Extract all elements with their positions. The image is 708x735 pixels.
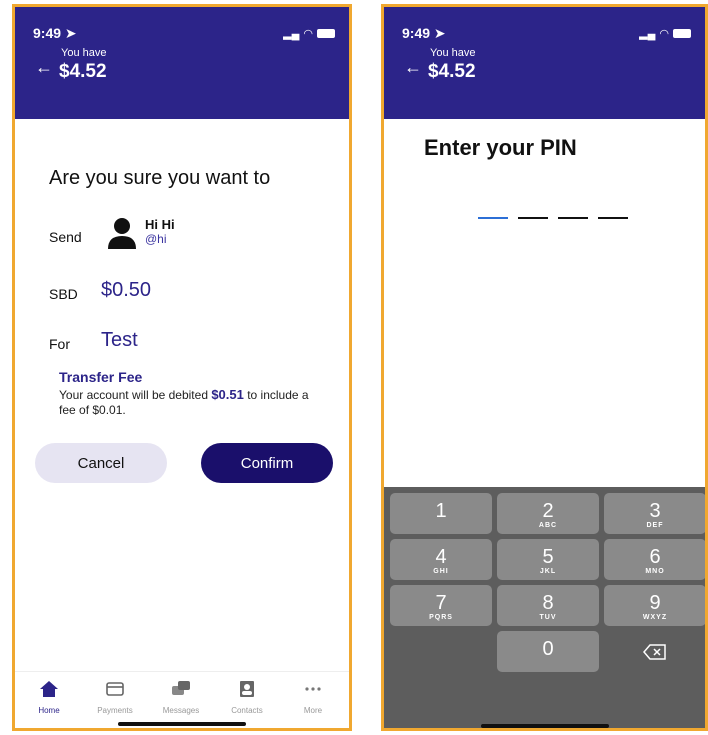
key-8[interactable]: 8 TUV	[497, 585, 599, 626]
key-letters: GHI	[433, 568, 449, 575]
cancel-button[interactable]: Cancel	[35, 443, 167, 483]
balance-label: You have	[61, 47, 107, 59]
pin-digit-1	[478, 217, 508, 219]
key-number: 2	[542, 500, 554, 522]
signal-icon: ▂▄	[283, 28, 300, 40]
confirm-button[interactable]: Confirm	[201, 443, 333, 483]
battery-icon	[317, 29, 335, 38]
backspace-icon	[643, 644, 666, 660]
key-7[interactable]: 7 PQRS	[390, 585, 492, 626]
tab-messages[interactable]: Messages	[151, 680, 211, 715]
home-icon	[40, 681, 58, 697]
tab-label: Payments	[97, 706, 133, 715]
pin-screen: 9:49 ➤ ▂▄ ◠ You have ← $4.52 Enter your …	[381, 4, 708, 731]
key-letters: MNO	[645, 568, 665, 575]
tab-contacts[interactable]: Contacts	[217, 680, 277, 715]
balance-amount: $4.52	[59, 61, 107, 82]
tab-label: More	[303, 706, 323, 715]
key-number: 6	[649, 546, 661, 568]
wifi-icon: ◠	[303, 28, 313, 40]
fee-title: Transfer Fee	[59, 369, 143, 385]
pin-input[interactable]	[478, 217, 628, 219]
tab-home[interactable]: Home	[19, 680, 79, 715]
balance-amount: $4.52	[428, 61, 476, 82]
fee-debit-amount: $0.51	[211, 387, 244, 402]
pin-title: Enter your PIN	[424, 135, 577, 160]
send-amount: $0.50	[101, 279, 152, 301]
key-4[interactable]: 4 GHI	[390, 539, 492, 580]
send-label: Send	[49, 229, 82, 245]
key-5[interactable]: 5 JKL	[497, 539, 599, 580]
key-number: 7	[435, 592, 447, 614]
key-number: 3	[649, 500, 661, 522]
balance-label: You have	[430, 47, 476, 59]
confirm-title: Are you sure you want to	[49, 167, 271, 189]
tab-more[interactable]: More	[283, 680, 343, 715]
key-letters: TUV	[539, 614, 557, 621]
pin-digit-4	[598, 217, 628, 219]
key-number: 1	[435, 500, 447, 522]
for-label: For	[49, 336, 70, 352]
user-avatar-icon	[108, 218, 136, 249]
key-number: 5	[542, 546, 554, 568]
key-letters: DEF	[646, 522, 664, 529]
fee-description: Your account will be debited $0.51 to in…	[59, 387, 319, 418]
more-icon	[305, 687, 321, 691]
back-arrow-icon[interactable]: ←	[404, 57, 422, 78]
status-icons: ▂▄ ◠	[283, 27, 335, 40]
tab-label: Home	[38, 706, 60, 715]
card-icon	[106, 682, 124, 696]
header-curve	[15, 105, 349, 119]
location-arrow-icon: ➤	[433, 25, 446, 41]
confirm-screen: 9:49 ➤ ▂▄ ◠ You have ← $4.52 Are you sur…	[12, 4, 352, 731]
key-letters: PQRS	[429, 614, 453, 621]
key-1[interactable]: 1	[390, 493, 492, 534]
key-letters: JKL	[539, 568, 557, 575]
key-letters: WXYZ	[642, 614, 668, 621]
tab-payments[interactable]: Payments	[85, 680, 145, 715]
key-2[interactable]: 2 ABC	[497, 493, 599, 534]
key-number: 9	[649, 592, 661, 614]
header: 9:49 ➤ ▂▄ ◠ You have ← $4.52	[15, 7, 349, 119]
signal-icon: ▂▄	[639, 28, 656, 40]
battery-icon	[673, 29, 691, 38]
key-3[interactable]: 3 DEF	[604, 493, 705, 534]
status-icons: ▂▄ ◠	[639, 27, 691, 40]
tab-label: Messages	[162, 706, 200, 715]
wifi-icon: ◠	[659, 28, 669, 40]
key-9[interactable]: 9 WXYZ	[604, 585, 705, 626]
status-time: 9:49 ➤	[402, 25, 446, 41]
pin-digit-2	[518, 217, 548, 219]
recipient-handle: @hi	[145, 232, 167, 246]
messages-icon	[172, 681, 190, 695]
contacts-icon	[240, 681, 254, 697]
pin-digit-3	[558, 217, 588, 219]
key-number: 8	[542, 592, 554, 614]
key-letters: ABC	[538, 522, 558, 529]
home-indicator	[118, 722, 246, 726]
key-number: 0	[542, 638, 554, 660]
fee-text-before: Your account will be debited	[59, 388, 212, 402]
key-number: 4	[435, 546, 447, 568]
home-indicator	[480, 724, 609, 728]
back-arrow-icon[interactable]: ←	[35, 57, 53, 78]
header: 9:49 ➤ ▂▄ ◠ You have ← $4.52	[384, 7, 705, 119]
key-0[interactable]: 0	[497, 631, 599, 672]
status-time: 9:49 ➤	[33, 25, 77, 41]
tab-bar: Home Payments Messages Contacts More	[15, 671, 349, 728]
location-arrow-icon: ➤	[64, 25, 77, 41]
memo-text: Test	[101, 329, 138, 351]
key-6[interactable]: 6 MNO	[604, 539, 705, 580]
tab-label: Contacts	[231, 706, 263, 715]
header-curve	[384, 105, 705, 119]
delete-key[interactable]	[604, 631, 705, 672]
currency-label: SBD	[49, 286, 78, 302]
recipient-name: Hi Hi	[145, 217, 175, 232]
numeric-keypad: 1 2 ABC 3 DEF 4 GHI 5 JKL 6 MNO 7 PQRS 8 TUV 9W…	[384, 487, 705, 728]
